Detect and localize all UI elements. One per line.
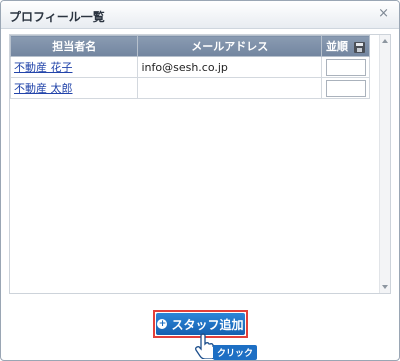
list-panel: 担当者名 メールアドレス 並順 不動産 花子 info@sesh.co.jp 不… xyxy=(9,34,391,294)
table-row: 不動産 太郎 xyxy=(9,77,370,99)
staff-name-link[interactable]: 不動産 花子 xyxy=(14,61,73,74)
order-input[interactable] xyxy=(325,58,366,76)
vertical-scrollbar[interactable] xyxy=(379,35,390,293)
header-order: 並順 xyxy=(321,35,370,57)
scroll-up-icon[interactable] xyxy=(382,39,388,43)
plus-icon: + xyxy=(157,319,168,329)
order-input[interactable] xyxy=(325,79,366,97)
table-row: 不動産 花子 info@sesh.co.jp xyxy=(9,56,370,78)
table-header-row: 担当者名 メールアドレス 並順 xyxy=(9,35,370,57)
cell-name: 不動産 太郎 xyxy=(9,77,139,99)
scroll-down-icon[interactable] xyxy=(382,285,388,289)
save-icon[interactable] xyxy=(354,41,365,53)
staff-table: 担当者名 メールアドレス 並順 不動産 花子 info@sesh.co.jp 不… xyxy=(9,35,370,99)
cell-order xyxy=(321,77,370,99)
cell-order xyxy=(321,56,370,78)
add-staff-label: スタッフ追加 xyxy=(171,317,244,332)
title-bar: プロフィール一覧 × xyxy=(1,1,399,29)
header-email: メールアドレス xyxy=(137,35,322,57)
header-name: 担当者名 xyxy=(9,35,139,57)
cell-name: 不動産 花子 xyxy=(9,56,139,78)
cell-email xyxy=(137,77,322,99)
profile-list-dialog: プロフィール一覧 × 担当者名 メールアドレス 並順 不動産 花子 info@s… xyxy=(0,0,400,361)
click-badge: クリック xyxy=(213,345,258,360)
staff-name-link[interactable]: 不動産 太郎 xyxy=(14,82,73,95)
cell-email: info@sesh.co.jp xyxy=(137,56,322,78)
add-staff-button[interactable]: + スタッフ追加 xyxy=(156,313,245,335)
dialog-title: プロフィール一覧 xyxy=(9,10,105,24)
close-icon[interactable]: × xyxy=(378,6,389,21)
